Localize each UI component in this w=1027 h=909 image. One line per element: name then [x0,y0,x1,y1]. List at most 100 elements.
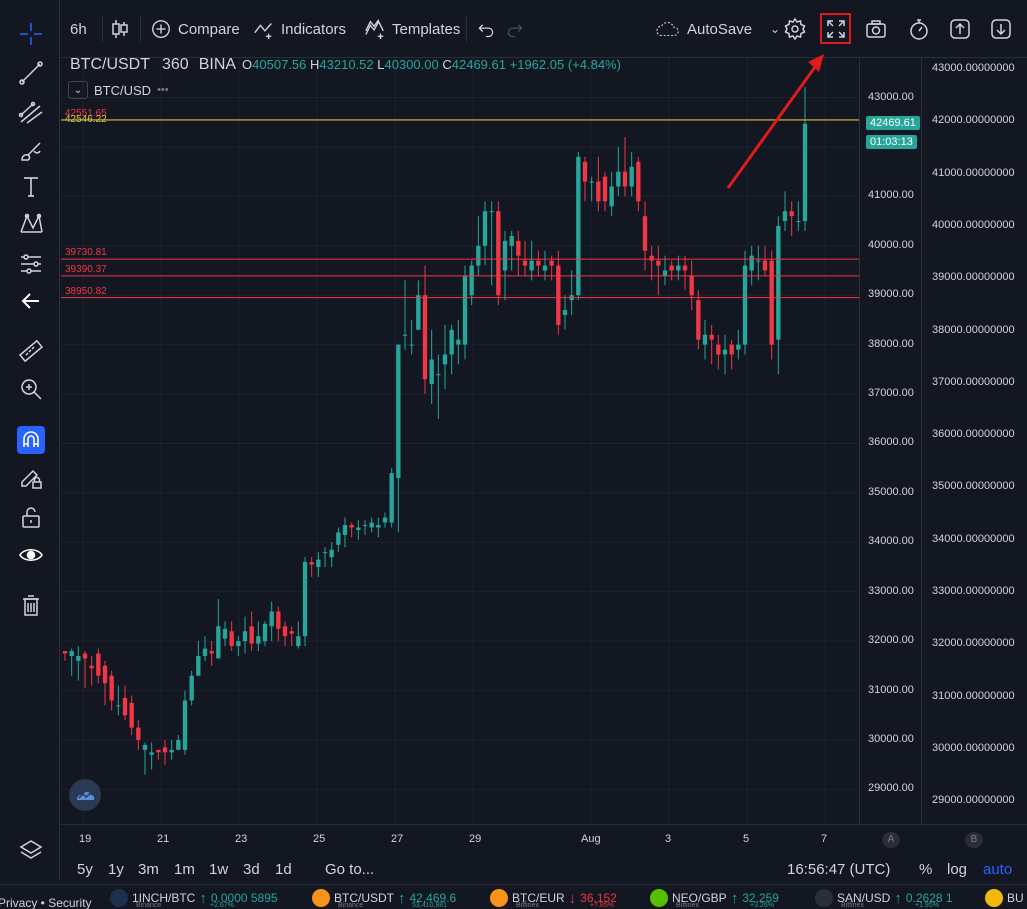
candle [576,151,581,301]
candle [176,735,181,750]
chevron-down-icon[interactable]: ⌄ [770,22,780,36]
candle [136,720,141,750]
auto-scale-toggle[interactable]: auto [983,861,1012,878]
indicators-button[interactable]: Indicators [253,17,346,41]
coin-logo-icon [985,889,1003,907]
download-icon[interactable] [989,17,1013,41]
autosave-button[interactable]: AutoSave ⌄ [655,17,780,41]
candle [536,250,541,276]
legend-exchange: BINA [198,56,237,73]
interval-selector[interactable]: 6h [70,17,87,41]
compare-symbol[interactable]: BTC/USD [94,83,151,98]
trash-icon[interactable] [17,592,45,620]
price-tick-label: 38000.00 [868,337,914,350]
candle [609,171,614,217]
settings-gear-icon[interactable] [783,17,807,41]
candle [256,621,261,652]
camera-icon[interactable] [864,17,888,41]
ticker-exchange: Bitfinex [676,902,699,909]
arrow-back-icon[interactable] [17,287,45,315]
crosshair-icon[interactable] [17,20,45,48]
trend-line-icon[interactable] [17,59,45,87]
compare-button[interactable]: Compare [150,17,240,41]
templates-button[interactable]: Templates [364,17,460,41]
candle [656,245,661,296]
candle [262,621,268,647]
secondary-price-axis[interactable]: 43000.00000000 42000.00000000 41000.000000… [921,58,1027,824]
arrow-down-icon: ↓ [568,889,577,907]
undo-icon[interactable] [474,17,498,41]
legend-symbol[interactable]: BTC/USDT [70,56,150,74]
candle [89,655,94,686]
range-5y[interactable]: 5y [77,861,93,878]
arrow-up-icon: ↑ [894,889,902,907]
date-range-bar: 5y 1y 3m 1m 1w 3d 1d Go to... 16:56:47 (… [61,854,1027,884]
scale-ab-bar: A B [859,824,1027,854]
text-icon[interactable] [17,173,45,201]
log-scale-toggle[interactable]: log [947,861,967,878]
candle [429,329,434,404]
fullscreen-icon[interactable] [824,17,848,41]
goto-date-button[interactable]: Go to... [325,861,374,878]
utc-clock[interactable]: 16:56:47 (UTC) [787,861,890,878]
object-tree-layers-icon[interactable] [17,836,45,864]
candle [629,151,634,197]
horizontal-line-label: 39730.81 [65,247,107,259]
legend-more-dots[interactable]: ••• [157,84,169,96]
fib-pitchfork-icon[interactable] [17,99,45,127]
candle [789,201,794,236]
scale-b-label[interactable]: B [965,832,983,848]
candle [156,749,161,760]
candle [376,517,381,538]
privacy-security-link[interactable]: Privacy • Security [0,896,92,909]
candle [369,517,374,533]
brush-icon[interactable] [17,137,45,165]
candle [462,265,468,360]
stopwatch-icon[interactable] [907,17,931,41]
price-tick-label: 29000.00 [868,782,914,795]
unlock-icon[interactable] [17,503,45,531]
range-1d[interactable]: 1d [275,861,292,878]
compare-legend: ⌄ BTC/USD ••• [68,81,169,99]
lock-drawing-pencil-icon[interactable] [17,465,45,493]
secondary-price-tick-label: 39000.00000000 [932,271,1015,284]
time-tick-label: 21 [157,833,170,845]
range-1y[interactable]: 1y [108,861,124,878]
coin-logo-icon [815,889,833,907]
ruler-icon[interactable] [17,337,45,365]
prediction-measure-icon[interactable] [17,250,45,278]
price-axis[interactable]: 43000.0042000.0041000.0040000.0039000.00… [859,58,921,824]
zoom-in-icon[interactable] [17,375,45,403]
redo-icon[interactable] [503,17,527,41]
magnet-icon[interactable] [17,426,45,454]
candle [602,171,608,212]
candle [596,156,601,212]
indicators-label: Indicators [281,20,347,38]
scale-a-label[interactable]: A [882,832,900,848]
candle [502,230,508,301]
candle [702,319,708,360]
eye-icon[interactable] [17,541,45,569]
annotation-red-arrow [720,50,830,190]
collapse-legend-chevron-icon[interactable]: ⌄ [68,81,88,99]
percent-scale-toggle[interactable]: % [919,861,932,878]
secondary-price-tick-label: 43000.00000000 [932,62,1015,74]
plus-circle-icon [152,20,170,38]
arrow-up-icon: ↑ [199,889,207,907]
candle [282,621,288,647]
candle [322,547,328,568]
pattern-icon[interactable] [17,210,45,238]
range-3m[interactable]: 3m [138,861,159,878]
candle [409,319,414,355]
time-tick-label: Aug [581,833,601,845]
range-3d[interactable]: 3d [243,861,260,878]
candle [169,739,174,760]
range-1m[interactable]: 1m [174,861,195,878]
candle [622,137,628,197]
toolbar-divider [140,16,141,42]
publish-upload-icon[interactable] [948,17,972,41]
time-axis[interactable]: 19 21 23 25 27 29 Aug 3 5 7 [61,824,859,854]
ticker-exchange: Bitfinex [841,902,864,909]
candles-chart-type-icon[interactable] [108,17,132,41]
range-1w[interactable]: 1w [209,861,228,878]
